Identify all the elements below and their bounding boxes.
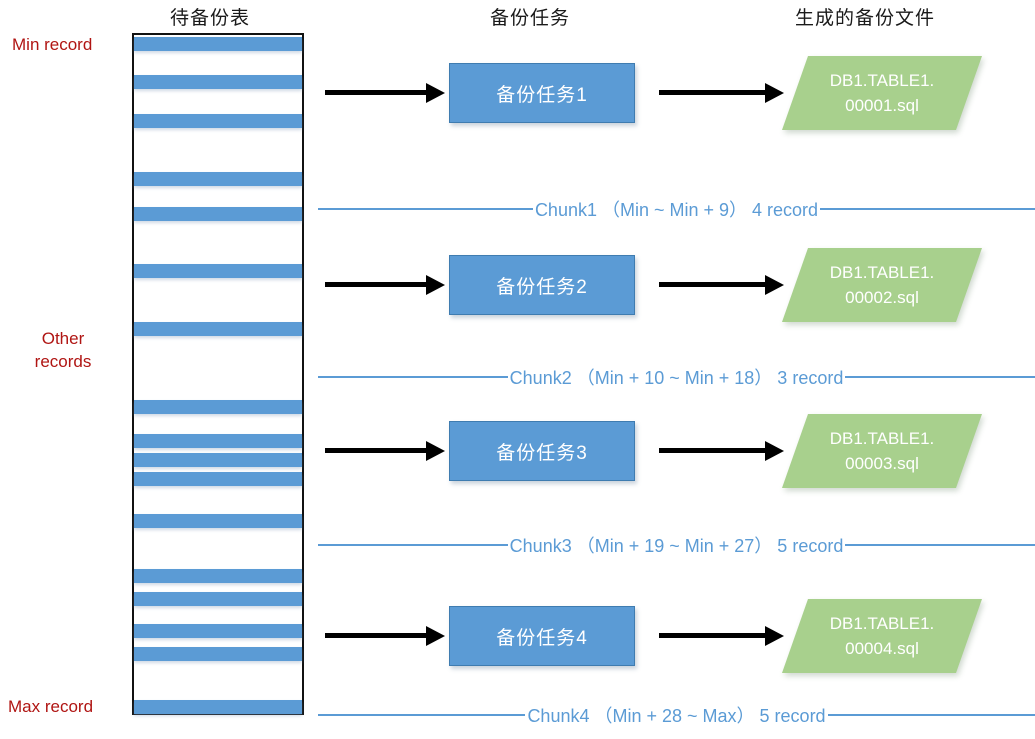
column-heading-tasks: 备份任务 [490, 8, 571, 29]
chunk-rule-left [318, 544, 508, 546]
arrow-shaft [325, 633, 426, 638]
arrow-task-to-file-3 [659, 441, 784, 461]
chunk-rule-right [845, 376, 1035, 378]
backup-task-label: 备份任务3 [496, 442, 588, 464]
record-bar [134, 75, 302, 89]
record-bar [134, 434, 302, 448]
chunk-label: Chunk4 （Min + 28 ~ Max） 5 record [527, 706, 826, 726]
record-bar [134, 514, 302, 528]
backup-file-line-2: 00001.sql [845, 96, 919, 115]
record-bar [134, 114, 302, 128]
column-heading-files: 生成的备份文件 [795, 8, 936, 29]
arrow-shaft [659, 633, 765, 638]
chunk-label: Chunk1 （Min ~ Min + 9） 4 record [534, 200, 819, 220]
chunk-rule-left [318, 714, 526, 716]
arrow-table-to-task-2 [325, 275, 445, 295]
arrow-head [426, 275, 445, 295]
arrow-head [765, 83, 784, 103]
min-record-label: Min record [12, 35, 93, 54]
arrow-head [765, 441, 784, 461]
backup-file-line-1: DB1.TABLE1. [829, 262, 935, 282]
chunk-annotation-4: Chunk4 （Min + 28 ~ Max） 5 record [0, 702, 1035, 728]
arrow-table-to-task-1 [325, 83, 445, 103]
chunk-rule-right [845, 544, 1035, 546]
arrow-head [426, 626, 445, 646]
chunk-label: Chunk2 （Min + 10 ~ Min + 18） 3 record [509, 368, 844, 388]
arrow-task-to-file-2 [659, 275, 784, 295]
backup-task-label: 备份任务1 [496, 84, 588, 106]
backup-task-box-3[interactable]: 备份任务3 [449, 421, 635, 481]
backup-file-line-1: DB1.TABLE1. [829, 70, 935, 90]
record-bar [134, 264, 302, 278]
arrow-shaft [325, 90, 426, 95]
diagram-canvas: 待备份表 备份任务 生成的备份文件 Min record Other recor… [0, 0, 1035, 739]
chunk-annotation-1: Chunk1 （Min ~ Min + 9） 4 record [0, 196, 1035, 222]
chunk-rule-left [318, 376, 508, 378]
arrow-shaft [325, 282, 426, 287]
record-bar [134, 37, 302, 51]
chunk-annotation-2: Chunk2 （Min + 10 ~ Min + 18） 3 record [0, 364, 1035, 390]
chunk-annotation-3: Chunk3 （Min + 19 ~ Min + 27） 5 record [0, 532, 1035, 558]
backup-task-label: 备份任务4 [496, 627, 588, 649]
arrow-table-to-task-3 [325, 441, 445, 461]
arrow-head [765, 626, 784, 646]
backup-task-box-1[interactable]: 备份任务1 [449, 63, 635, 123]
backup-file-shape-3[interactable]: DB1.TABLE1. 00003.sql [782, 414, 982, 488]
backup-file-shape-1[interactable]: DB1.TABLE1. 00001.sql [782, 56, 982, 130]
backup-file-shape-4[interactable]: DB1.TABLE1. 00004.sql [782, 599, 982, 673]
arrow-shaft [659, 448, 765, 453]
record-bar [134, 569, 302, 583]
backup-task-label: 备份任务2 [496, 276, 588, 298]
chunk-rule-left [318, 208, 533, 210]
backup-file-line-2: 00003.sql [845, 454, 919, 473]
record-bar [134, 624, 302, 638]
arrow-head [426, 83, 445, 103]
arrow-shaft [325, 448, 426, 453]
record-bar [134, 400, 302, 414]
chunk-rule-right [820, 208, 1035, 210]
record-bar [134, 472, 302, 486]
chunk-rule-right [827, 714, 1035, 716]
arrow-table-to-task-4 [325, 626, 445, 646]
backup-file-line-1: DB1.TABLE1. [829, 613, 935, 633]
record-bar [134, 322, 302, 336]
arrow-task-to-file-1 [659, 83, 784, 103]
record-bar [134, 592, 302, 606]
backup-file-line-2: 00004.sql [845, 639, 919, 658]
arrow-shaft [659, 282, 765, 287]
backup-task-box-4[interactable]: 备份任务4 [449, 606, 635, 666]
arrow-shaft [659, 90, 765, 95]
backup-file-line-1: DB1.TABLE1. [829, 428, 935, 448]
record-bar [134, 647, 302, 661]
other-records-line-1: Other [41, 329, 85, 348]
arrow-head [426, 441, 445, 461]
record-bar [134, 453, 302, 467]
arrow-head [765, 275, 784, 295]
backup-file-line-2: 00002.sql [845, 288, 919, 307]
arrow-task-to-file-4 [659, 626, 784, 646]
chunk-label: Chunk3 （Min + 19 ~ Min + 27） 5 record [509, 536, 844, 556]
column-heading-table: 待备份表 [170, 8, 251, 29]
backup-task-box-2[interactable]: 备份任务2 [449, 255, 635, 315]
record-bar [134, 172, 302, 186]
backup-file-shape-2[interactable]: DB1.TABLE1. 00002.sql [782, 248, 982, 322]
